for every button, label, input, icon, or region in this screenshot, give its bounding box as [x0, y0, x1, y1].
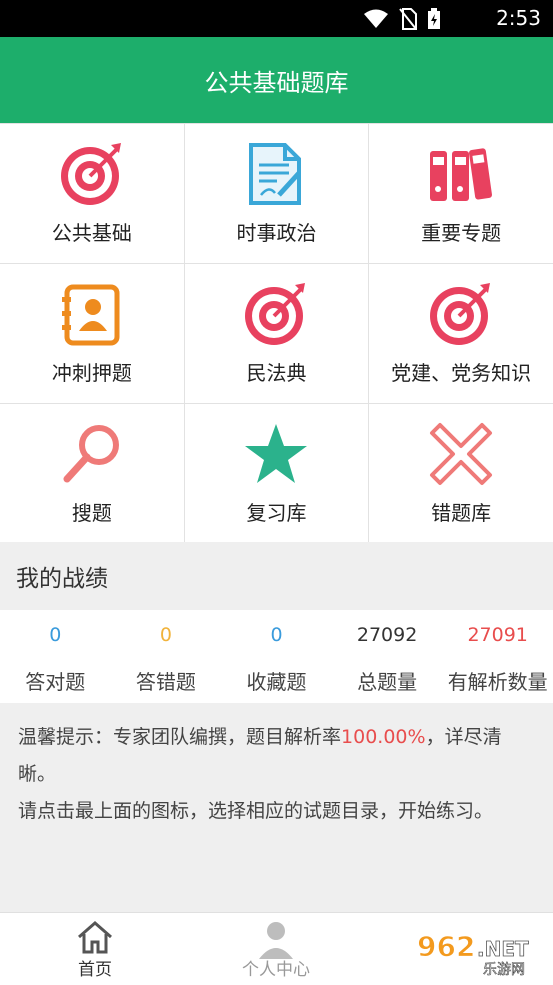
status-bar: 2:53	[0, 0, 553, 37]
stat-value: 0	[159, 624, 172, 646]
stats-row: 0 答对题 0 答错题 0 收藏题 27092 总题量 27091 有解析数量	[0, 610, 553, 703]
tile-wrong-answers[interactable]: 错题库	[369, 404, 553, 543]
stat-label: 收藏题	[246, 670, 307, 694]
tile-label: 复习库	[246, 501, 307, 525]
nav-profile[interactable]: 个人中心	[226, 919, 326, 980]
target-icon	[60, 143, 121, 205]
status-icons	[363, 8, 441, 30]
section-title: 我的战绩	[16, 566, 108, 592]
app-header: 公共基础题库	[0, 37, 553, 123]
binders-icon	[430, 148, 493, 201]
target-icon	[430, 283, 491, 345]
stat-with-explanation[interactable]: 27091 有解析数量	[442, 610, 553, 703]
tile-label: 党建、党务知识	[391, 361, 532, 385]
my-record-header: 我的战绩	[0, 542, 553, 610]
tile-search[interactable]: 搜题	[0, 404, 184, 543]
tile-civil-code[interactable]: 民法典	[184, 264, 369, 403]
no-sim-icon	[399, 8, 417, 30]
tile-review[interactable]: 复习库	[184, 404, 369, 543]
svg-text:962: 962	[417, 930, 475, 963]
tile-label: 民法典	[246, 361, 307, 385]
tips-rate: 100.00%	[341, 726, 426, 748]
cross-icon	[430, 423, 493, 485]
battery-charging-icon	[428, 8, 440, 29]
stat-label: 答错题	[135, 670, 196, 694]
stat-label: 有解析数量	[447, 670, 548, 694]
contact-book-icon	[61, 284, 120, 346]
tile-sprint-predictions[interactable]: 冲刺押题	[0, 264, 184, 403]
star-icon	[245, 424, 308, 483]
status-time: 2:53	[496, 6, 541, 30]
stat-value: 0	[270, 624, 283, 646]
person-icon	[259, 922, 293, 959]
tile-label: 冲刺押题	[51, 361, 132, 385]
tips-line2: 请点击最上面的图标，选择相应的试题目录，开始练习。	[18, 800, 494, 822]
stat-value: 27091	[467, 624, 528, 646]
stat-favorites[interactable]: 0 收藏题	[221, 610, 332, 703]
stat-total[interactable]: 27092 总题量	[332, 610, 443, 703]
tile-public-basics[interactable]: 公共基础	[0, 124, 184, 263]
document-icon	[249, 143, 302, 205]
watermark-logo: 962 .NET 乐游网	[417, 930, 530, 979]
tile-label: 搜题	[71, 501, 112, 525]
tile-label: 错题库	[431, 501, 492, 525]
svg-text:.NET: .NET	[477, 937, 529, 961]
page-title: 公共基础题库	[204, 68, 349, 97]
tile-current-affairs[interactable]: 时事政治	[184, 124, 369, 263]
wifi-icon	[364, 9, 388, 28]
nav-label: 个人中心	[242, 960, 310, 980]
stat-correct[interactable]: 0 答对题	[0, 610, 111, 703]
category-grid: 公共基础 时事政治 重要专题 冲刺押题 民法典 党建、党务知识 搜题 复习库 错…	[0, 123, 553, 543]
tile-party-knowledge[interactable]: 党建、党务知识	[369, 264, 553, 403]
svg-text:乐游网: 乐游网	[483, 962, 525, 978]
stat-value: 27092	[356, 624, 418, 646]
home-icon	[78, 921, 112, 954]
tile-label: 公共基础	[51, 221, 132, 245]
tips-prefix: 温馨提示：专家团队编撰，题目解析率	[18, 726, 342, 748]
stat-label: 答对题	[25, 670, 86, 694]
stat-label: 总题量	[357, 670, 418, 694]
tips-panel: 温馨提示：专家团队编撰，题目解析率100.00%，详尽清晰。 请点击最上面的图标…	[0, 703, 553, 912]
nav-home[interactable]: 首页	[45, 919, 145, 980]
tile-key-topics[interactable]: 重要专题	[369, 124, 553, 263]
nav-label: 首页	[78, 960, 112, 980]
stat-value: 0	[49, 624, 62, 646]
stat-wrong[interactable]: 0 答错题	[111, 610, 222, 703]
search-icon	[63, 425, 119, 483]
tile-label: 时事政治	[236, 221, 317, 245]
target-icon	[245, 283, 306, 345]
tile-label: 重要专题	[421, 221, 502, 245]
